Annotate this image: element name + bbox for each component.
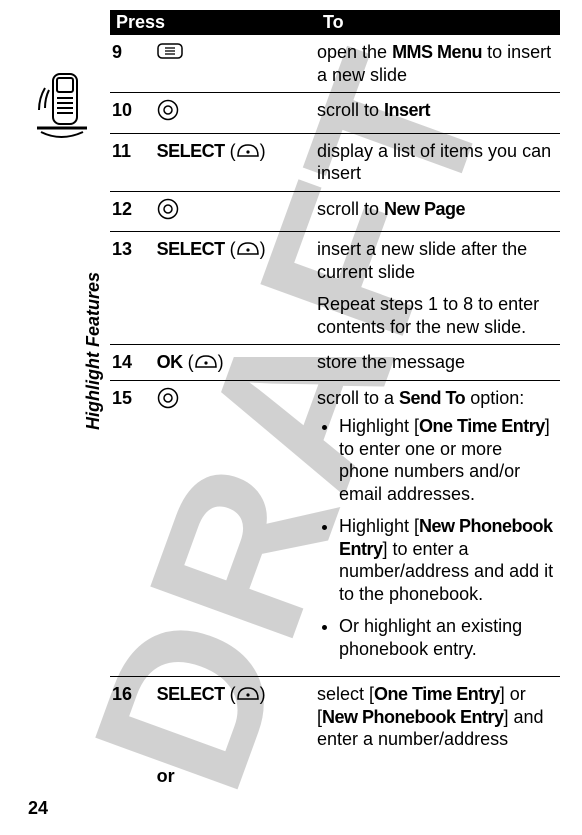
nav-key-icon bbox=[157, 393, 179, 413]
list-item: Highlight [New Phonebook Entry] to enter… bbox=[339, 515, 556, 605]
instruction-table: Press To 9 open the MMS Menu to insert a … bbox=[110, 10, 560, 793]
phone-icon bbox=[35, 70, 89, 140]
step-number: 13 bbox=[110, 232, 157, 345]
list-item: Or highlight an existing phonebook entry… bbox=[339, 615, 556, 660]
to-cell: store the message bbox=[317, 345, 560, 381]
nav-key-icon bbox=[157, 204, 179, 224]
press-cell bbox=[157, 191, 317, 232]
table-row: 12 scroll to New Page bbox=[110, 191, 560, 232]
press-cell: SELECT () bbox=[157, 677, 317, 757]
table-row: 15 scroll to a Send To option:Highlight [… bbox=[110, 380, 560, 677]
bullet-list: Highlight [One Time Entry] to enter one … bbox=[317, 415, 556, 660]
step-number: 9 bbox=[110, 35, 157, 93]
press-cell bbox=[157, 35, 317, 93]
table-row: 10 scroll to Insert bbox=[110, 93, 560, 134]
or-label: or bbox=[157, 757, 317, 794]
step-number: 16 bbox=[110, 677, 157, 757]
to-cell: display a list of items you can insert bbox=[317, 133, 560, 191]
col-press: Press bbox=[110, 10, 317, 35]
section-label: Highlight Features bbox=[83, 272, 104, 430]
step-number: 10 bbox=[110, 93, 157, 134]
softkey-icon bbox=[194, 352, 218, 372]
press-cell: SELECT () bbox=[157, 232, 317, 345]
nav-key-icon bbox=[157, 105, 179, 125]
table-row: 9 open the MMS Menu to insert a new slide bbox=[110, 35, 560, 93]
table-row: 14OK ()store the message bbox=[110, 345, 560, 381]
to-cell: open the MMS Menu to insert a new slide bbox=[317, 35, 560, 93]
press-cell: OK () bbox=[157, 345, 317, 381]
or-row: or bbox=[110, 757, 560, 794]
step-number: 15 bbox=[110, 380, 157, 677]
softkey-icon bbox=[236, 684, 260, 704]
list-item: Highlight [One Time Entry] to enter one … bbox=[339, 415, 556, 505]
step-number: 14 bbox=[110, 345, 157, 381]
menu-key-icon bbox=[157, 45, 183, 65]
softkey-label: SELECT bbox=[157, 239, 225, 259]
to-cell: scroll to Insert bbox=[317, 93, 560, 134]
to-cell: scroll to New Page bbox=[317, 191, 560, 232]
softkey-label: SELECT bbox=[157, 141, 225, 161]
press-cell bbox=[157, 93, 317, 134]
table-row: 13SELECT ()insert a new slide after the … bbox=[110, 232, 560, 345]
sidebar: Highlight Features bbox=[35, 70, 81, 180]
col-to: To bbox=[317, 10, 560, 35]
press-cell bbox=[157, 380, 317, 677]
softkey-icon bbox=[236, 239, 260, 259]
table-row: 11SELECT ()display a list of items you c… bbox=[110, 133, 560, 191]
press-cell: SELECT () bbox=[157, 133, 317, 191]
softkey-label: SELECT bbox=[157, 684, 225, 704]
step-number: 12 bbox=[110, 191, 157, 232]
softkey-label: OK bbox=[157, 352, 183, 372]
to-cell: scroll to a Send To option:Highlight [On… bbox=[317, 380, 560, 677]
softkey-icon bbox=[236, 141, 260, 161]
to-cell: insert a new slide after the current sli… bbox=[317, 232, 560, 345]
table-header-row: Press To bbox=[110, 10, 560, 35]
to-cell: select [One Time Entry] or [New Phoneboo… bbox=[317, 677, 560, 757]
table-row: 16SELECT ()select [One Time Entry] or [N… bbox=[110, 677, 560, 757]
step-number: 11 bbox=[110, 133, 157, 191]
page-number: 24 bbox=[28, 798, 48, 819]
